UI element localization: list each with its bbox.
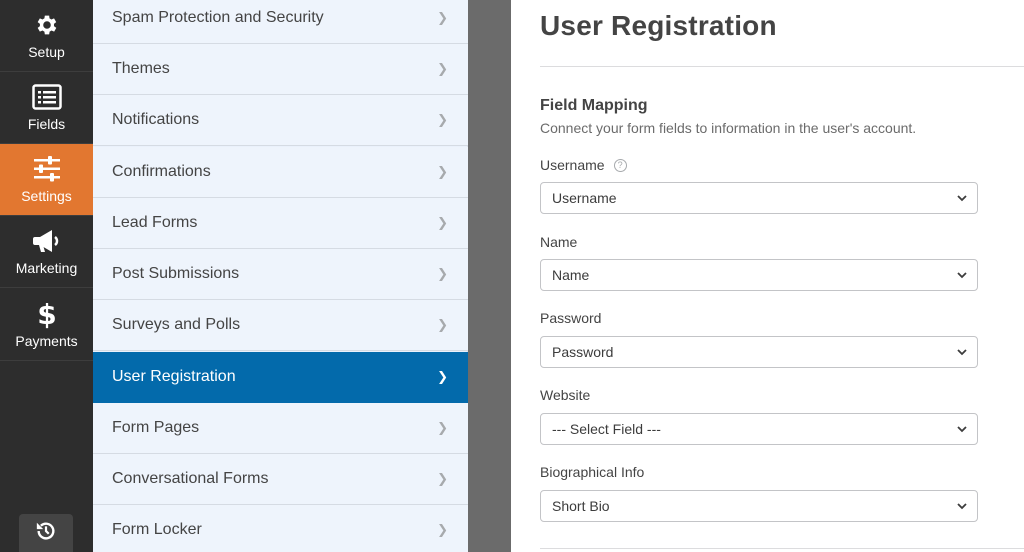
- chevron-down-icon: [957, 426, 967, 433]
- panel-item-themes[interactable]: Themes ❯: [93, 44, 468, 95]
- dollar-icon: $: [30, 297, 64, 331]
- section-title: Field Mapping: [540, 97, 648, 114]
- field-label-text: Website: [540, 387, 591, 403]
- panel-item-label: Confirmations: [112, 163, 211, 180]
- megaphone-icon: [30, 224, 64, 258]
- divider: [540, 548, 1024, 549]
- select-value: --- Select Field ---: [552, 421, 661, 437]
- password-label: Password: [540, 310, 601, 326]
- chevron-right-icon: ❯: [437, 420, 448, 435]
- history-icon: [35, 520, 57, 547]
- rail-item-marketing[interactable]: Marketing: [0, 216, 93, 288]
- field-label-text: Name: [540, 234, 578, 250]
- help-icon[interactable]: ?: [613, 158, 627, 172]
- chevron-right-icon: ❯: [437, 369, 448, 384]
- builder-sidebar: Setup Fields Settings Marketing $ Paymen…: [0, 0, 93, 552]
- panel-item-label: Post Submissions: [112, 265, 240, 282]
- rail-item-settings[interactable]: Settings: [0, 144, 93, 216]
- rail-item-fields[interactable]: Fields: [0, 72, 93, 144]
- select-value: Short Bio: [552, 498, 610, 514]
- settings-panel: Spam Protection and Security ❯ Themes ❯ No…: [93, 0, 468, 552]
- chevron-right-icon: ❯: [437, 522, 448, 537]
- rail-item-label: Fields: [27, 116, 66, 132]
- panel-item-label: Spam Protection and Security: [112, 9, 324, 26]
- name-select[interactable]: Name: [540, 259, 978, 291]
- svg-text:$: $: [37, 299, 56, 329]
- username-select[interactable]: Username: [540, 182, 978, 214]
- rail-item-setup[interactable]: Setup: [0, 0, 93, 72]
- panel-item-user-registration[interactable]: User Registration ❯: [93, 352, 468, 403]
- username-label: Username ?: [540, 157, 627, 173]
- panel-item-label: Lead Forms: [112, 214, 198, 231]
- panel-item-label: Conversational Forms: [112, 470, 269, 487]
- rail-item-payments[interactable]: $ Payments: [0, 289, 93, 361]
- panel-item-label: User Registration: [112, 368, 236, 385]
- website-select[interactable]: --- Select Field ---: [540, 413, 978, 445]
- chevron-right-icon: ❯: [437, 61, 448, 76]
- password-select[interactable]: Password: [540, 336, 978, 368]
- panel-item-label: Notifications: [112, 111, 200, 128]
- revisions-button[interactable]: [19, 514, 73, 552]
- chevron-down-icon: [957, 272, 967, 279]
- divider: [540, 66, 1024, 67]
- chevron-down-icon: [957, 349, 967, 356]
- panel-item-label: Form Pages: [112, 419, 200, 436]
- page-title: User Registration: [540, 10, 777, 41]
- sliders-icon: [30, 152, 64, 186]
- settings-content: User Registration Field Mapping Connect …: [511, 0, 1024, 552]
- field-label-text: Biographical Info: [540, 464, 645, 480]
- chevron-down-icon: [957, 503, 967, 510]
- panel-item-conversational-forms[interactable]: Conversational Forms ❯: [93, 454, 468, 505]
- select-value: Name: [552, 267, 590, 283]
- bio-label: Biographical Info: [540, 464, 644, 480]
- section-description: Connect your form fields to information …: [540, 120, 917, 136]
- panel-item-form-locker[interactable]: Form Locker ❯: [93, 505, 468, 552]
- panel-item-confirmations[interactable]: Confirmations ❯: [93, 147, 468, 198]
- panel-item-spam-protection[interactable]: Spam Protection and Security ❯: [93, 0, 468, 44]
- chevron-right-icon: ❯: [437, 10, 448, 25]
- field-label-text: Password: [540, 310, 602, 326]
- panel-item-label: Form Locker: [112, 521, 202, 538]
- chevron-down-icon: [957, 195, 967, 202]
- rail-item-label: Payments: [15, 333, 78, 349]
- chevron-right-icon: ❯: [437, 266, 448, 281]
- rail-item-label: Setup: [28, 44, 65, 60]
- panel-item-notifications[interactable]: Notifications ❯: [93, 95, 468, 146]
- chevron-right-icon: ❯: [437, 215, 448, 230]
- select-value: Password: [552, 344, 614, 360]
- website-label: Website: [540, 387, 590, 403]
- field-label-text: Username: [540, 157, 605, 173]
- chevron-right-icon: ❯: [437, 471, 448, 486]
- panel-item-label: Surveys and Polls: [112, 316, 241, 333]
- chevron-right-icon: ❯: [437, 164, 448, 179]
- panel-gutter: [468, 0, 511, 552]
- rail-item-label: Marketing: [15, 260, 78, 276]
- chevron-right-icon: ❯: [437, 112, 448, 127]
- panel-item-label: Themes: [112, 60, 170, 77]
- panel-item-post-submissions[interactable]: Post Submissions ❯: [93, 249, 468, 300]
- gear-icon: [30, 8, 64, 42]
- fields-icon: [30, 80, 64, 114]
- chevron-right-icon: ❯: [437, 317, 448, 332]
- panel-item-lead-forms[interactable]: Lead Forms ❯: [93, 198, 468, 249]
- rail-item-label: Settings: [21, 188, 72, 204]
- bio-select[interactable]: Short Bio: [540, 490, 978, 522]
- select-value: Username: [552, 190, 617, 206]
- panel-item-surveys-polls[interactable]: Surveys and Polls ❯: [93, 300, 468, 351]
- name-label: Name: [540, 234, 577, 250]
- panel-item-form-pages[interactable]: Form Pages ❯: [93, 403, 468, 454]
